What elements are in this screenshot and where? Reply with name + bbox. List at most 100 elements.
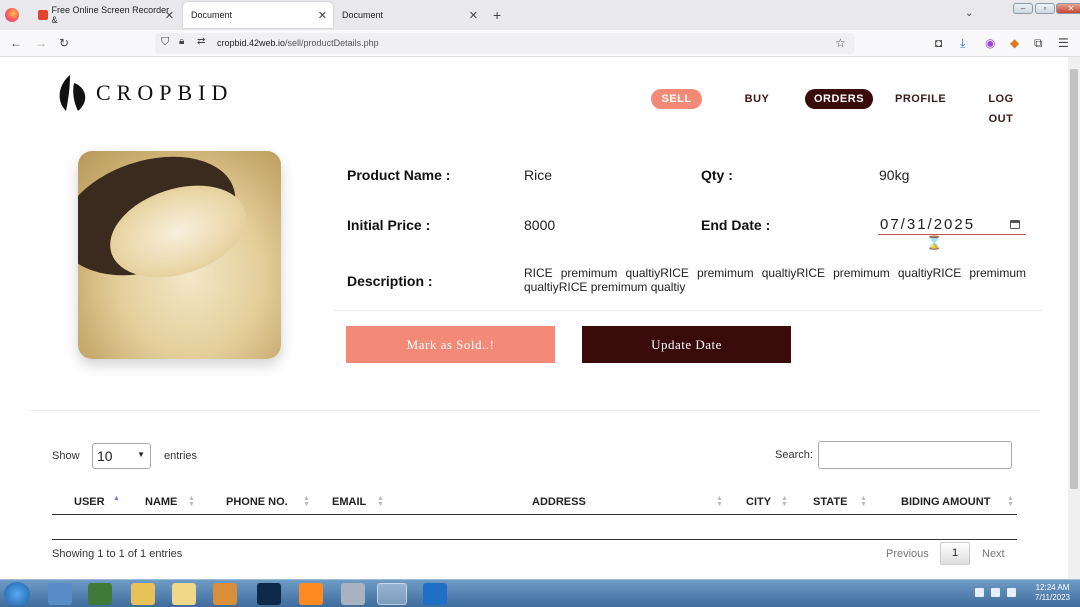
divider (27, 410, 1040, 411)
close-icon[interactable]: ✕ (165, 9, 174, 22)
update-date-button[interactable]: Update Date (582, 326, 791, 363)
logo-text: CROPBID (96, 80, 234, 105)
notes-app-icon[interactable] (172, 583, 196, 605)
page-1-button[interactable]: 1 (940, 542, 970, 565)
vscode-icon[interactable] (423, 583, 447, 605)
menu-icon[interactable]: ☰ (1058, 36, 1069, 50)
nav-logout[interactable]: LOG OUT (975, 89, 1027, 125)
table-info: Showing 1 to 1 of 1 entries (52, 548, 183, 560)
table-header: USER ▲ NAME ▲ ▼ PHONE NO. ▲ ▼ EMAIL ▲ ▼ ADD… (52, 492, 1017, 515)
entries-select[interactable]: 10 ▼ (92, 443, 151, 469)
minimize-button[interactable]: – (1013, 3, 1033, 14)
forward-arrow-icon[interactable]: → (35, 36, 47, 50)
calendar-icon[interactable] (1010, 220, 1020, 229)
page-content: CROPBID SELL BUY ORDERS PROFILE LOG OUT … (0, 57, 1068, 579)
column-name[interactable]: NAME (145, 496, 177, 508)
sort-icon[interactable]: ▲ ▼ (781, 495, 788, 508)
start-button[interactable] (4, 582, 30, 606)
download-icon[interactable]: ⤓ (960, 36, 965, 51)
scroll-thumb[interactable] (1070, 69, 1078, 489)
permissions-icon[interactable]: ⇄ (197, 36, 205, 47)
firefox-icon[interactable] (5, 8, 19, 22)
extension-icon[interactable]: ◉ (985, 36, 995, 50)
column-state[interactable]: STATE (813, 496, 847, 508)
firefox-taskbar-icon[interactable] (377, 583, 407, 605)
tab-screen-recorder[interactable]: Free Online Screen Recorder & ✕ (30, 2, 180, 28)
close-icon[interactable]: ✕ (469, 9, 478, 22)
close-icon[interactable]: ✕ (318, 9, 327, 22)
extensions-puzzle-icon[interactable]: ⧉ (1034, 36, 1043, 51)
show-label: Show (52, 450, 80, 462)
desktop-app-icon[interactable] (48, 583, 72, 605)
previous-page-button[interactable]: Previous (886, 548, 929, 560)
clock[interactable]: 12:24 AM 7/11/2023 (1035, 583, 1070, 603)
window-close-button[interactable]: ✕ (1056, 3, 1080, 14)
tab-title: Document (191, 10, 233, 20)
nav-buy[interactable]: BUY (742, 89, 772, 109)
sort-icon[interactable]: ▲ ▼ (1007, 495, 1014, 508)
busy-cursor-icon: ⌛ (926, 235, 943, 250)
initial-price-label: Initial Price : (347, 217, 431, 233)
end-date-value: 07/31/2025 (880, 216, 976, 233)
network-icon[interactable] (991, 588, 1000, 597)
column-biding-amount[interactable]: BIDING AMOUNT (901, 496, 990, 508)
leaf-logo-icon (59, 75, 86, 112)
bookmark-star-icon[interactable]: ☆ (835, 36, 846, 50)
description-label: Description : (347, 273, 433, 289)
nav-sell[interactable]: SELL (651, 89, 702, 109)
next-page-button[interactable]: Next (982, 548, 1005, 560)
terminal-app-icon[interactable] (88, 583, 112, 605)
media-player-icon[interactable] (213, 583, 237, 605)
clock-date: 7/11/2023 (1035, 593, 1070, 602)
search-label: Search: (775, 449, 813, 461)
fruity-loops-icon[interactable] (299, 583, 323, 605)
nav-profile[interactable]: PROFILE (895, 89, 946, 109)
file-explorer-icon[interactable] (131, 583, 155, 605)
url-path: /sell/productDetails.php (285, 38, 379, 48)
table-footer-line (52, 539, 1017, 540)
tray-icon[interactable] (975, 588, 984, 597)
sort-icon[interactable]: ▲ ▼ (303, 495, 310, 508)
tool-app-icon[interactable] (341, 583, 365, 605)
end-date-label: End Date : (701, 217, 771, 233)
column-email[interactable]: EMAIL (332, 496, 366, 508)
column-city[interactable]: CITY (746, 496, 771, 508)
sort-icon[interactable]: ▲ ▼ (188, 495, 195, 508)
new-tab-button[interactable]: + (493, 7, 501, 23)
clock-time: 12:24 AM (1035, 583, 1070, 592)
photoshop-icon[interactable] (257, 583, 281, 605)
chevron-down-icon[interactable]: ⌄ (965, 8, 973, 19)
lock-icon[interactable]: 🔒︎ (179, 36, 184, 47)
recorder-favicon-icon (38, 10, 48, 20)
url-bar[interactable]: ⛉ 🔒︎ ⇄ cropbid.42web.io/sell/productDeta… (155, 33, 855, 54)
sort-icon[interactable]: ▲ ▼ (860, 495, 867, 508)
column-phone[interactable]: PHONE NO. (226, 496, 288, 508)
chevron-down-icon: ▼ (137, 450, 145, 459)
pocket-icon[interactable]: ◘ (935, 36, 942, 50)
qty-value: 90kg (879, 167, 910, 183)
qty-label: Qty : (701, 167, 733, 183)
tab-document-active[interactable]: Document ✕ (183, 2, 333, 28)
logo[interactable]: CROPBID (56, 73, 233, 113)
tab-title: Free Online Screen Recorder & (51, 5, 170, 25)
end-date-input[interactable]: 07/31/2025 (878, 215, 1026, 235)
page-scrollbar[interactable] (1068, 57, 1080, 579)
shield-icon[interactable]: ⛉ (161, 36, 169, 49)
search-input[interactable] (818, 441, 1012, 469)
sort-icon[interactable]: ▲ ▼ (716, 495, 723, 508)
sort-icon[interactable]: ▲ ▼ (377, 495, 384, 508)
column-address[interactable]: ADDRESS (532, 496, 586, 508)
entries-value: 10 (97, 448, 113, 464)
url-text: cropbid.42web.io/sell/productDetails.php (217, 38, 379, 48)
mark-as-sold-button[interactable]: Mark as Sold..! (346, 326, 555, 363)
tab-document[interactable]: Document ✕ (334, 2, 484, 28)
column-user[interactable]: USER (74, 496, 105, 508)
reload-icon[interactable]: ↻ (59, 36, 69, 50)
browser-tab-bar: Free Online Screen Recorder & ✕ Document… (0, 0, 1080, 30)
back-arrow-icon[interactable]: ← (10, 36, 22, 50)
sort-asc-icon[interactable]: ▲ (113, 495, 120, 502)
metamask-icon[interactable]: ◆ (1010, 36, 1019, 50)
volume-icon[interactable] (1007, 588, 1016, 597)
maximize-button[interactable]: ▫ (1035, 3, 1055, 14)
nav-orders[interactable]: ORDERS (805, 89, 873, 109)
